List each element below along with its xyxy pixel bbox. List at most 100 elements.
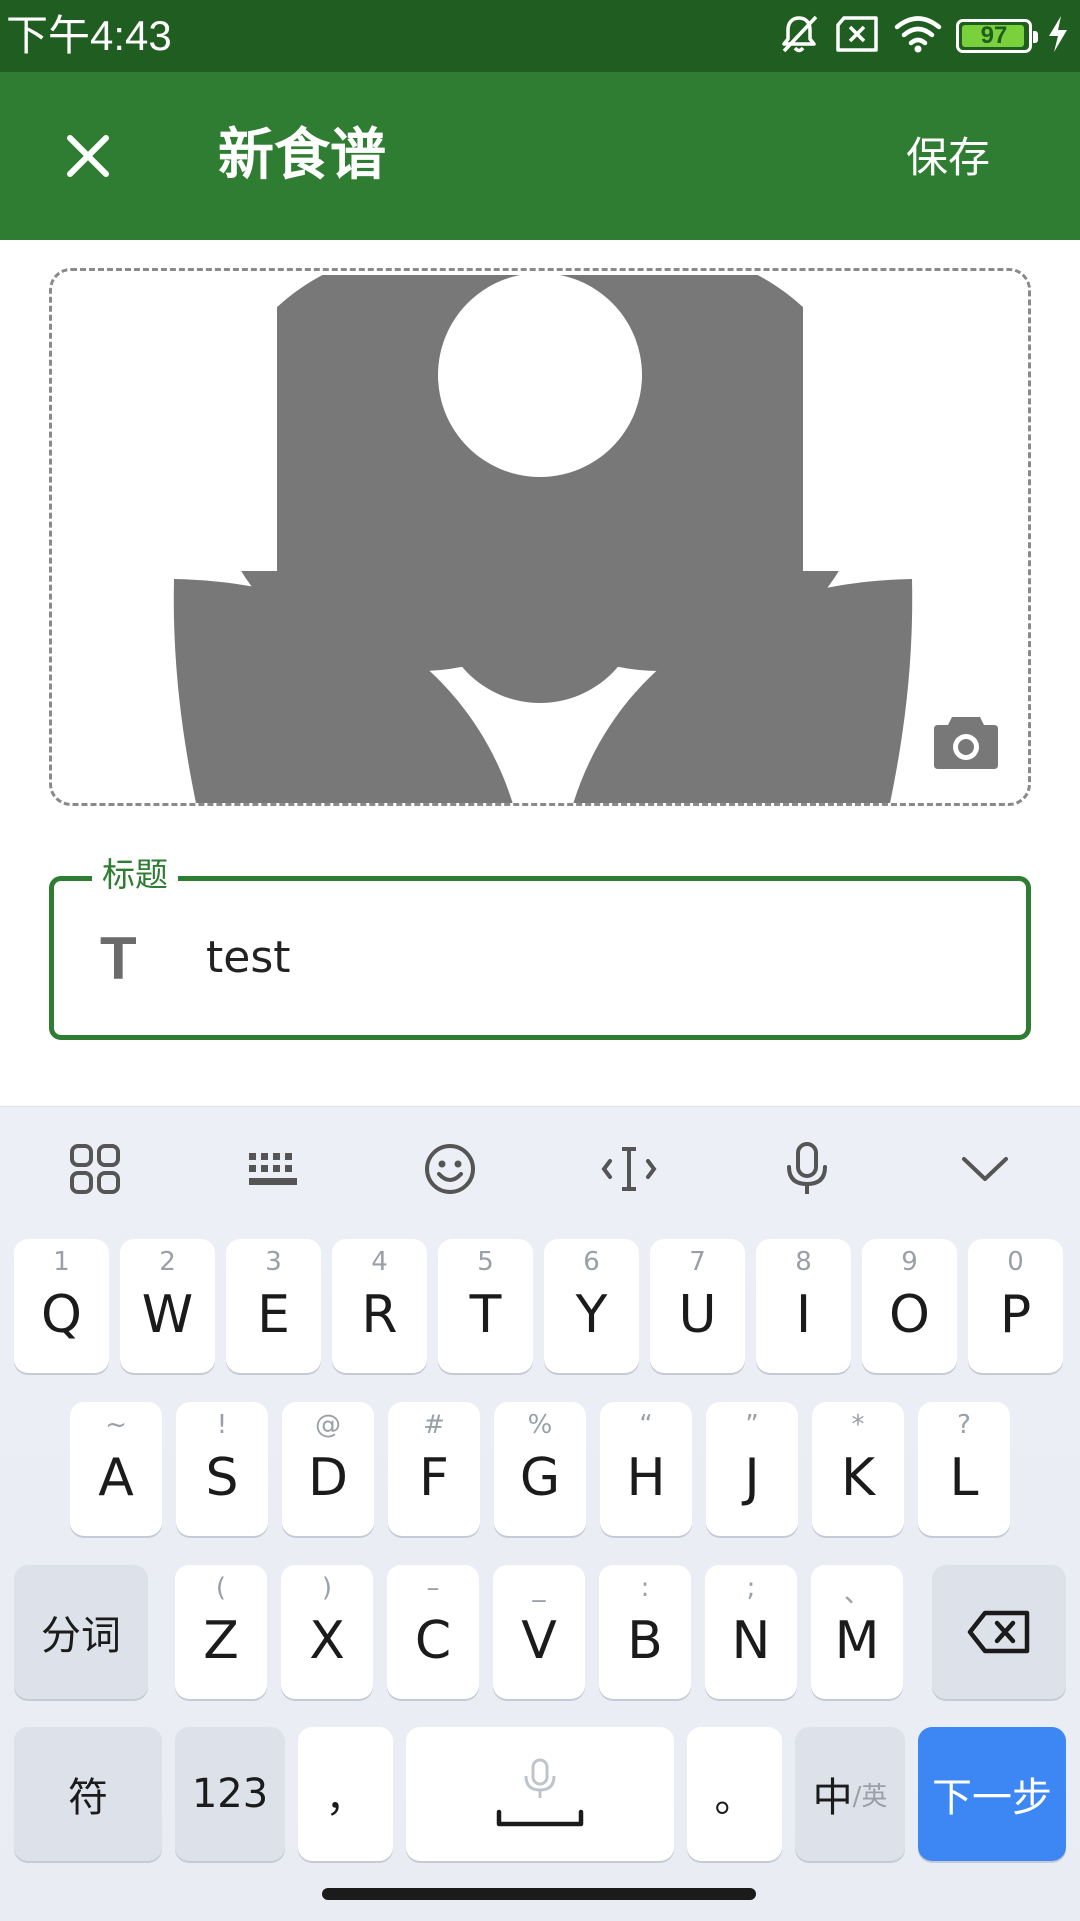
key-j[interactable]: ” J (706, 1402, 798, 1536)
save-button[interactable]: 保存 (906, 130, 990, 186)
key-hint: 4 (371, 1247, 388, 1277)
recipe-image-picker[interactable] (49, 268, 1031, 806)
key-t[interactable]: 5T (438, 1239, 533, 1373)
backspace-key[interactable] (932, 1565, 1066, 1699)
close-button[interactable] (40, 108, 136, 204)
apps-grid-button[interactable] (59, 1133, 131, 1205)
key-label: S (205, 1448, 239, 1508)
key-x[interactable]: ) X (281, 1565, 373, 1699)
app-bar: 新食谱 保存 (0, 72, 1080, 240)
key-hint: ) (321, 1573, 333, 1603)
key-hint: ” (745, 1410, 759, 1440)
key-label: A (98, 1448, 134, 1508)
language-switch-key[interactable]: 中/英 (795, 1727, 905, 1861)
keyboard-toolbar (0, 1107, 1080, 1231)
key-u[interactable]: 7U (650, 1239, 745, 1373)
numbers-key[interactable]: 123 (175, 1727, 285, 1861)
key-hint: 0 (1007, 1247, 1024, 1277)
key-label: D (307, 1448, 349, 1508)
text-format-icon: T (100, 925, 137, 992)
key-label: H (626, 1448, 666, 1508)
keyboard-switch-button[interactable] (237, 1133, 309, 1205)
key-label: L (949, 1448, 979, 1508)
key-label: B (627, 1611, 663, 1671)
key-y[interactable]: 6Y (544, 1239, 639, 1373)
key-label: G (519, 1448, 561, 1508)
key-hint: 、 (843, 1579, 870, 1609)
comma-key[interactable]: ， (298, 1727, 393, 1861)
key-hint: ; (746, 1573, 756, 1603)
key-hint: _ (532, 1573, 546, 1603)
emoji-button[interactable] (414, 1133, 486, 1205)
title-field[interactable]: 标题 T (49, 853, 1031, 1040)
key-d[interactable]: @ D (282, 1402, 374, 1536)
key-label: J (744, 1448, 760, 1508)
key-hint: # (423, 1410, 445, 1440)
key-b[interactable]: :B (599, 1565, 691, 1699)
camera-icon (934, 717, 998, 769)
key-label: I (795, 1285, 812, 1345)
key-label: R (361, 1285, 398, 1345)
key-label: C (414, 1611, 452, 1671)
numbers-key-label: 123 (191, 1771, 269, 1817)
camera-button[interactable] (932, 711, 1004, 775)
next-key[interactable]: 下一步 (918, 1727, 1066, 1861)
key-c[interactable]: – C (387, 1565, 479, 1699)
voice-input-button[interactable] (771, 1133, 843, 1205)
symbols-key-label: 符 (68, 1775, 108, 1821)
key-label: P (999, 1285, 1032, 1345)
key-n[interactable]: ; N (705, 1565, 797, 1699)
backspace-icon (967, 1610, 1030, 1654)
key-k[interactable]: * K (812, 1402, 904, 1536)
microphone-icon (787, 1142, 827, 1194)
key-e[interactable]: 3E (226, 1239, 321, 1373)
sim-error-icon (834, 15, 880, 57)
key-label: Q (41, 1285, 82, 1345)
chevron-down-icon (962, 1157, 1008, 1181)
soft-keyboard: 1Q2W3E4R5T6Y7U8I9O0P ~ A! S @ D # F% G “H” J * K? L … (0, 1106, 1080, 1921)
key-p[interactable]: 0P (968, 1239, 1063, 1373)
key-hint: @ (315, 1410, 341, 1440)
space-key[interactable] (406, 1727, 674, 1861)
segment-key[interactable]: 分词 (14, 1565, 148, 1699)
language-alt-label: /英 (852, 1781, 888, 1812)
page-title: 新食谱 (218, 123, 386, 188)
comma-key-label: ， (325, 1775, 366, 1821)
period-key-label: 。 (714, 1775, 755, 1821)
battery-icon: 97 (956, 19, 1038, 53)
cursor-move-icon (601, 1147, 657, 1191)
home-indicator[interactable] (322, 1888, 756, 1900)
key-l[interactable]: ? L (918, 1402, 1010, 1536)
title-input[interactable] (206, 921, 986, 993)
key-w[interactable]: 2W (120, 1239, 215, 1373)
key-hint: ? (957, 1410, 971, 1440)
key-s[interactable]: ! S (176, 1402, 268, 1536)
status-bar: 下午4:43 97 (0, 0, 1080, 72)
symbols-key[interactable]: 符 (14, 1727, 162, 1861)
key-v[interactable]: _ V (493, 1565, 585, 1699)
key-label: K (840, 1448, 876, 1508)
key-r[interactable]: 4R (332, 1239, 427, 1373)
key-g[interactable]: % G (494, 1402, 586, 1536)
key-m[interactable]: 、 M (811, 1565, 903, 1699)
emoji-icon (425, 1144, 475, 1194)
key-h[interactable]: “H (600, 1402, 692, 1536)
key-hint: ~ (105, 1410, 127, 1440)
key-a[interactable]: ~ A (70, 1402, 162, 1536)
period-key[interactable]: 。 (687, 1727, 782, 1861)
battery-tip (1033, 31, 1038, 43)
key-label: X (309, 1611, 345, 1671)
key-f[interactable]: # F (388, 1402, 480, 1536)
key-o[interactable]: 9O (862, 1239, 957, 1373)
key-label: W (141, 1285, 194, 1345)
key-i[interactable]: 8I (756, 1239, 851, 1373)
cursor-move-button[interactable] (593, 1133, 665, 1205)
key-q[interactable]: 1Q (14, 1239, 109, 1373)
key-z[interactable]: (Z (175, 1565, 267, 1699)
key-label: V (521, 1611, 557, 1671)
key-label: F (419, 1448, 449, 1508)
key-hint: 2 (159, 1247, 176, 1277)
key-label: E (257, 1285, 290, 1345)
hide-keyboard-button[interactable] (949, 1133, 1021, 1205)
key-hint: * (851, 1410, 865, 1440)
